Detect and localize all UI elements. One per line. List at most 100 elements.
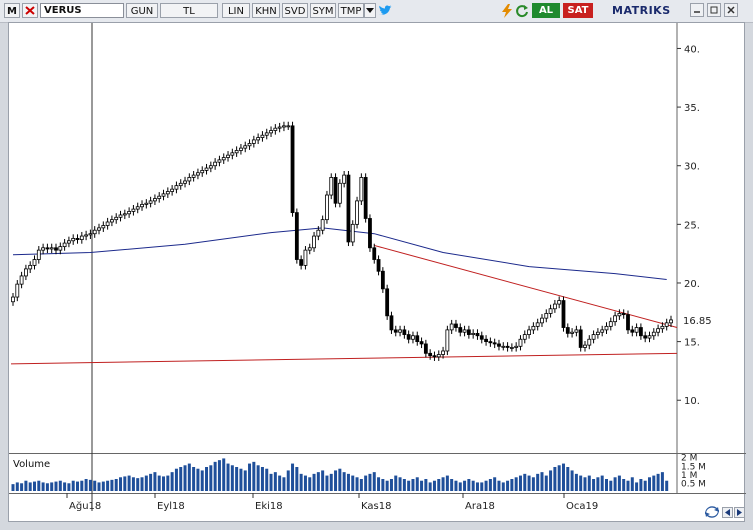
volume-bar <box>355 477 359 491</box>
candle-body <box>376 259 381 272</box>
volume-bar <box>63 482 67 491</box>
candle-body <box>101 225 106 229</box>
volume-bar <box>428 482 432 491</box>
volume-bar <box>84 479 88 491</box>
y-tick-label: 30. <box>684 162 700 173</box>
candle-body <box>200 170 205 174</box>
candle-body <box>479 335 484 340</box>
scroll-left-button[interactable] <box>722 507 733 518</box>
bolt-icon[interactable] <box>501 4 513 18</box>
candle-body <box>436 354 441 358</box>
candle-body <box>118 214 123 218</box>
candle-body <box>290 125 295 214</box>
volume-bar <box>518 475 522 491</box>
volume-bar <box>600 475 604 491</box>
volume-bar <box>463 480 467 491</box>
price-chart[interactable]: 10.15.20.25.30.35.40.16.85Volume2 M1.5 M… <box>9 23 746 523</box>
volume-bar <box>544 475 548 491</box>
x-tick-label: Eki18 <box>255 501 283 512</box>
candle-body <box>127 211 132 215</box>
volume-bar <box>583 477 587 491</box>
tmp-button[interactable]: TMP <box>338 3 364 18</box>
candle-body <box>45 247 50 250</box>
candle-body <box>239 147 243 151</box>
x-tick-label: Ağu18 <box>69 500 101 512</box>
candle-body <box>273 127 278 131</box>
volume-bar <box>445 475 449 491</box>
candle-body <box>527 329 531 335</box>
candle-body <box>669 319 673 324</box>
chart-panel[interactable]: 10. 15. 20. 25. 30. 35. 40. 16.85 Volume 2 M 1.5 M… <box>8 22 746 523</box>
candle-body <box>15 283 20 298</box>
volume-bar <box>209 465 213 491</box>
volume-bar <box>200 470 204 491</box>
volume-bar <box>76 481 80 491</box>
currency-button[interactable]: TL <box>160 3 218 18</box>
volume-bar <box>192 467 196 491</box>
symbol-input[interactable]: VERUS <box>40 3 124 18</box>
brand-logo: MATRIKS <box>612 4 671 17</box>
volume-bar <box>243 470 247 491</box>
buy-button[interactable]: AL <box>532 3 560 18</box>
settings-icon[interactable] <box>704 504 720 520</box>
volume-bar <box>183 465 187 491</box>
sym-button[interactable]: SYM <box>310 3 336 18</box>
period-button[interactable]: GUN <box>126 3 158 18</box>
candle-body <box>359 177 364 202</box>
y-tick-label: 25. <box>684 220 700 231</box>
volume-bar <box>372 472 376 491</box>
volume-bar <box>506 480 510 491</box>
candle-body <box>28 264 33 270</box>
candle-body <box>307 247 312 251</box>
sell-button[interactable]: SAT <box>563 3 593 18</box>
candle-body <box>565 327 570 334</box>
candle-body <box>174 185 179 190</box>
candle-body <box>385 288 390 317</box>
candle-body <box>535 322 540 327</box>
candle-body <box>54 247 58 251</box>
candle-body <box>522 334 527 340</box>
candle-body <box>634 327 639 333</box>
y-tick-label: 15. <box>684 338 700 349</box>
volume-bar <box>37 480 41 491</box>
candle-body <box>419 341 424 345</box>
last-price-label: 16.85 <box>683 316 712 327</box>
candle-body <box>552 303 557 310</box>
candle-body <box>471 332 476 335</box>
volume-bar <box>566 467 570 491</box>
volume-bar <box>54 481 58 491</box>
volume-bar <box>652 475 656 491</box>
volume-bar <box>342 472 346 491</box>
volume-bar <box>617 475 621 491</box>
scale-button[interactable]: LIN <box>222 3 250 18</box>
candle-body <box>196 172 200 176</box>
candle-body <box>299 259 304 266</box>
volume-bar <box>574 473 578 491</box>
x-tick-label: Eyl18 <box>157 501 185 512</box>
dropdown-icon[interactable] <box>364 3 376 18</box>
volume-bar <box>127 475 131 491</box>
volume-bar <box>67 483 71 491</box>
close-window-button[interactable] <box>724 3 738 17</box>
volume-bar <box>493 477 497 491</box>
candle-body <box>518 338 523 347</box>
svd-button[interactable]: SVD <box>282 3 308 18</box>
scroll-right-button[interactable] <box>734 507 745 518</box>
candle-body <box>19 275 24 285</box>
logo-button[interactable]: M <box>4 3 20 18</box>
candle-body <box>49 247 54 250</box>
refresh-icon[interactable] <box>515 4 529 18</box>
volume-bar <box>609 480 613 491</box>
volume-bar <box>402 479 406 491</box>
style-button[interactable]: KHN <box>252 3 280 18</box>
candle-body <box>557 300 562 305</box>
candle-body <box>492 342 497 345</box>
close-x-icon[interactable] <box>22 3 38 18</box>
candle-body <box>58 246 63 251</box>
candle-body <box>264 132 269 136</box>
twitter-icon[interactable] <box>378 4 392 17</box>
maximize-button[interactable] <box>707 3 721 17</box>
minimize-button[interactable] <box>690 3 704 17</box>
candle-body <box>574 329 579 333</box>
candle-body <box>578 329 583 348</box>
